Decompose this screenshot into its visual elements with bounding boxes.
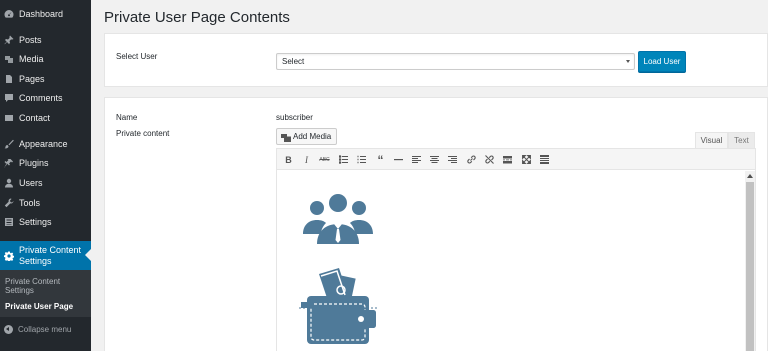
numbered-list-icon[interactable] <box>356 154 367 165</box>
blockquote-icon[interactable]: “ <box>375 153 386 167</box>
users-group-icon <box>303 194 373 244</box>
pages-icon <box>4 74 14 84</box>
sidebar-item-tools[interactable]: Tools <box>0 194 91 212</box>
user-content-panel: Name subscriber Private content Add Medi… <box>104 97 768 351</box>
page-title: Private User Page Contents <box>104 9 290 26</box>
sidebar-item-private-content-settings[interactable]: Private Content Settings <box>0 241 91 270</box>
editor-scrollbar[interactable] <box>745 171 755 351</box>
sidebar-item-pages[interactable]: Pages <box>0 70 91 88</box>
sidebar-item-comments[interactable]: Comments <box>0 89 91 107</box>
tab-visual[interactable]: Visual <box>695 132 728 148</box>
name-label: Name <box>116 113 138 122</box>
sidebar-item-appearance[interactable]: Appearance <box>0 135 91 153</box>
horizontal-line-icon[interactable] <box>393 154 404 165</box>
active-indicator <box>85 249 91 261</box>
bullet-list-icon[interactable] <box>338 154 349 165</box>
submenu-item-private-content-settings[interactable]: Private Content Settings <box>5 277 87 295</box>
brush-icon <box>4 139 14 149</box>
private-content-label: Private content <box>116 129 170 138</box>
align-left-icon[interactable] <box>411 154 422 165</box>
unlink-icon[interactable] <box>484 154 495 165</box>
sidebar-submenu: Private Content Settings Private User Pag… <box>0 270 91 317</box>
name-value: subscriber <box>276 113 313 122</box>
collapse-label: Collapse menu <box>18 324 72 334</box>
align-right-icon[interactable] <box>447 154 458 165</box>
align-center-icon[interactable] <box>429 154 440 165</box>
wallet-money-icon <box>299 268 377 344</box>
media-icon <box>281 133 291 142</box>
sidebar-item-users[interactable]: Users <box>0 174 91 192</box>
pin-icon <box>4 35 14 45</box>
active-label-line2: Settings <box>19 255 52 266</box>
sidebar-item-settings[interactable]: Settings <box>0 213 91 231</box>
collapse-icon <box>4 324 13 334</box>
tab-text[interactable]: Text <box>728 132 755 148</box>
add-media-button[interactable]: Add Media <box>276 128 337 145</box>
media-icon <box>4 54 14 64</box>
mail-icon <box>4 113 14 123</box>
scroll-thumb[interactable] <box>746 182 754 351</box>
settings-icon <box>4 217 14 227</box>
admin-sidebar: Dashboard Posts Media Pages Comments Con… <box>0 0 91 351</box>
toolbar-toggle-icon[interactable] <box>539 154 550 165</box>
dashboard-icon <box>4 9 14 19</box>
comment-icon <box>4 93 14 103</box>
user-select[interactable]: Select <box>276 53 635 70</box>
scroll-up-icon[interactable] <box>747 174 753 178</box>
submenu-item-private-user-page[interactable]: Private User Page <box>5 302 87 311</box>
load-user-button[interactable]: Load User <box>638 51 686 72</box>
editor-content-area[interactable] <box>277 171 755 351</box>
active-label-line1: Private Content <box>19 244 82 255</box>
select-user-panel: Select User Select Load User <box>104 33 768 87</box>
bold-icon[interactable]: B <box>283 154 294 165</box>
plugin-icon <box>4 158 14 168</box>
editor-toolbar: B I ABC “ <box>277 149 755 170</box>
user-select-value: Select <box>282 57 305 66</box>
link-icon[interactable] <box>466 154 477 165</box>
wrench-icon <box>4 198 14 208</box>
sidebar-item-posts[interactable]: Posts <box>0 31 91 49</box>
sidebar-item-contact[interactable]: Contact <box>0 109 91 127</box>
sidebar-item-plugins[interactable]: Plugins <box>0 154 91 172</box>
add-media-label: Add Media <box>293 132 332 141</box>
read-more-icon[interactable] <box>502 154 513 165</box>
user-icon <box>4 178 14 188</box>
italic-icon[interactable]: I <box>301 154 312 165</box>
fullscreen-icon[interactable] <box>521 154 532 165</box>
content-editor: B I ABC “ <box>276 148 756 351</box>
strikethrough-icon[interactable]: ABC <box>319 154 330 165</box>
gear-icon <box>4 251 14 261</box>
sidebar-item-media[interactable]: Media <box>0 50 91 68</box>
collapse-menu-button[interactable]: Collapse menu <box>0 321 91 337</box>
select-user-label: Select User <box>116 52 158 61</box>
sidebar-item-dashboard[interactable]: Dashboard <box>0 5 91 23</box>
chevron-down-icon <box>626 60 630 63</box>
